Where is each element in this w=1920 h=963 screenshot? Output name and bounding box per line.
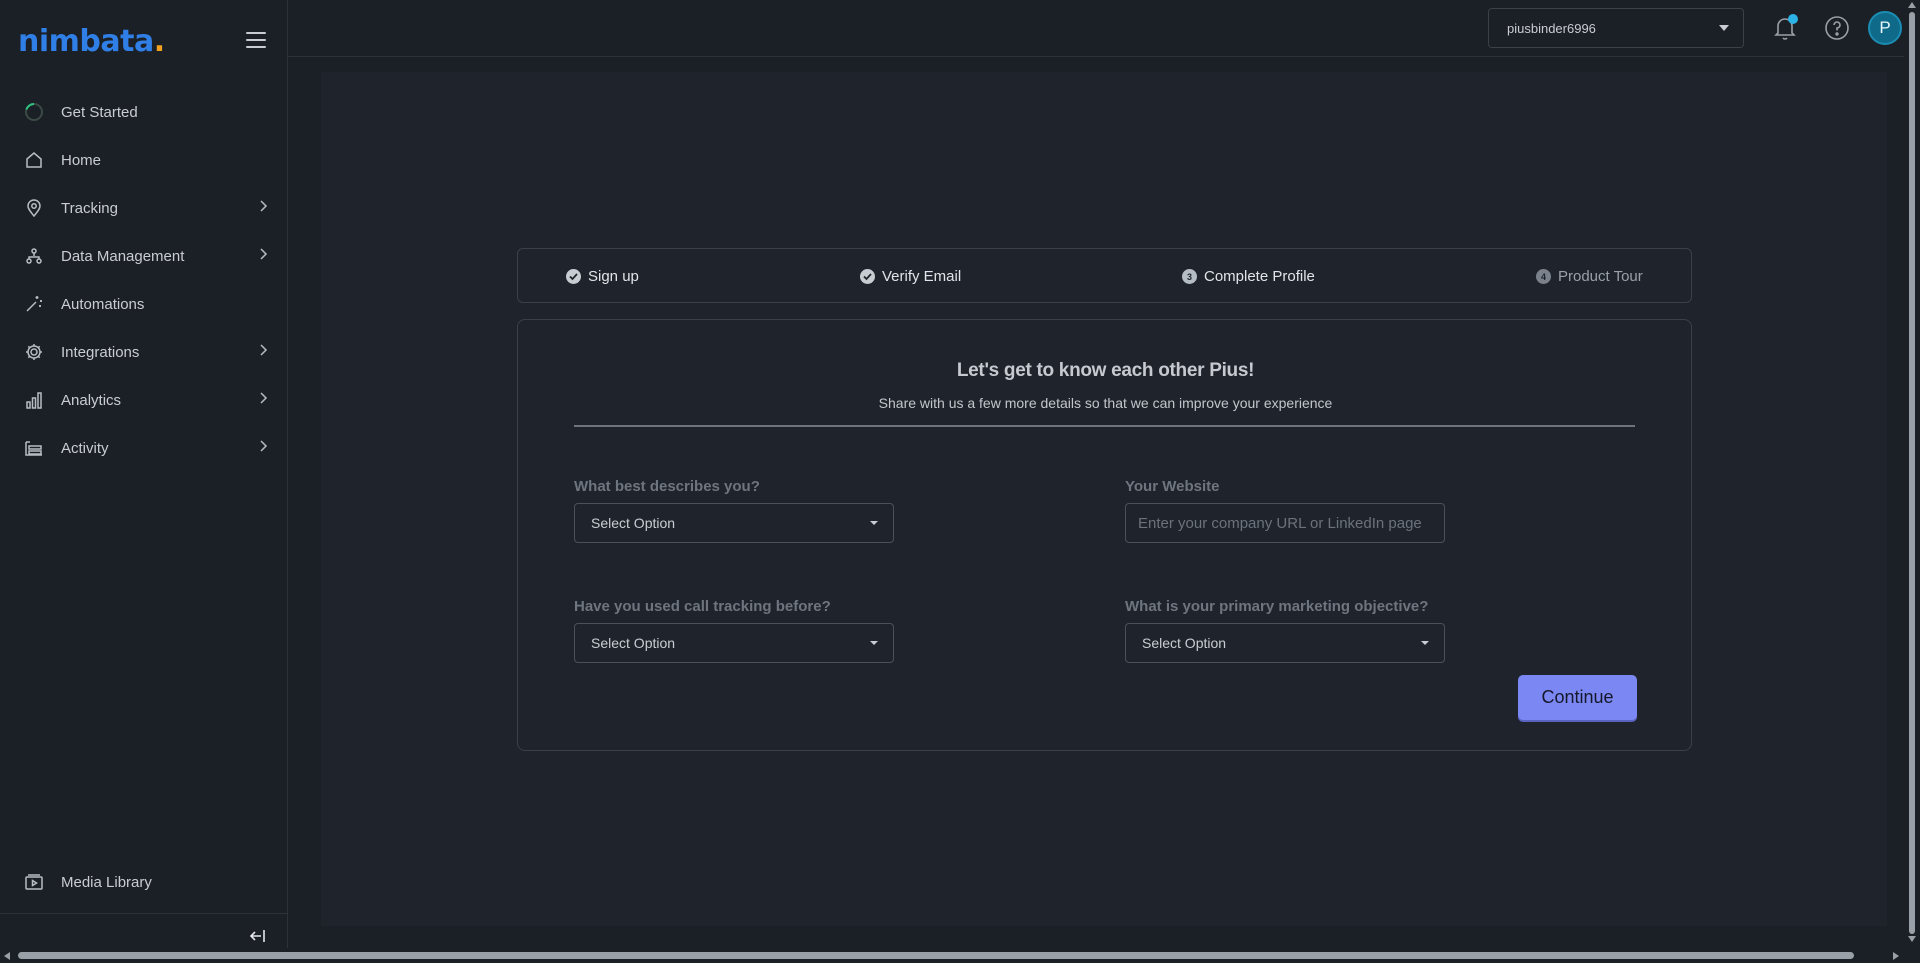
bar-chart-icon [22,388,46,412]
home-icon [22,148,46,172]
sidebar-item-label: Integrations [61,343,140,361]
collapse-sidebar-icon[interactable] [248,926,268,946]
continue-button[interactable]: Continue [1518,675,1637,720]
sidebar-item-media-library[interactable]: Media Library [0,858,288,906]
select-value: Select Option [591,635,676,651]
sidebar-item-analytics[interactable]: Analytics [0,376,288,424]
user-avatar[interactable]: P [1868,11,1902,45]
call-tracking-select[interactable]: Select Option [574,623,894,663]
caret-down-icon [870,641,878,645]
gear-icon [22,340,46,364]
account-select[interactable]: piusbinder6996 [1488,8,1744,48]
sidebar-item-data-management[interactable]: Data Management [0,232,288,280]
website-input[interactable] [1125,503,1445,543]
website-label: Your Website [1125,478,1220,495]
marketing-objective-select[interactable]: Select Option [1125,623,1445,663]
step-number-badge: 3 [1182,269,1197,284]
step-label: Verify Email [882,268,962,285]
profile-form-card: Let's get to know each other Pius! Share… [517,319,1692,751]
chevron-right-icon [256,343,270,361]
scroll-up-arrow-icon[interactable] [1908,2,1916,8]
sidebar-item-label: Tracking [61,199,118,217]
scrollbar-thumb[interactable] [18,952,1854,959]
vertical-scrollbar[interactable] [1904,0,1920,948]
chevron-right-icon [256,391,270,409]
check-circle-icon [566,269,581,284]
form-title: Let's get to know each other Pius! [956,360,1255,381]
check-circle-icon [860,269,875,284]
select-value: Select Option [1142,635,1227,651]
call-tracking-label: Have you used call tracking before? [574,598,831,615]
media-library-icon [22,870,46,894]
caret-down-icon [1719,25,1729,31]
horizontal-scrollbar[interactable] [0,948,1904,963]
scroll-down-arrow-icon[interactable] [1908,936,1916,942]
hamburger-menu-icon[interactable] [246,32,266,48]
notification-bell-icon[interactable] [1772,14,1798,42]
scrollbar-thumb[interactable] [1909,12,1915,934]
chevron-right-icon [256,439,270,457]
select-value: Select Option [591,515,676,531]
sidebar-item-integrations[interactable]: Integrations [0,328,288,376]
sidebar-nav: Get Started Home Tracking Data Managemen… [0,88,288,472]
step-label: Complete Profile [1204,268,1315,285]
step-sign-up: Sign up [566,249,639,304]
chevron-right-icon [256,199,270,217]
sidebar-item-label: Automations [61,295,145,313]
scroll-right-arrow-icon[interactable] [1893,952,1899,960]
sidebar-item-automations[interactable]: Automations [0,280,288,328]
sidebar-item-get-started[interactable]: Get Started [0,88,288,136]
describes-you-select[interactable]: Select Option [574,503,894,543]
activity-list-icon [22,436,46,460]
scroll-left-arrow-icon[interactable] [4,952,10,960]
hierarchy-icon [22,244,46,268]
describes-you-label: What best describes you? [574,478,760,495]
account-name: piusbinder6996 [1507,20,1596,36]
notification-badge [1788,14,1798,24]
sidebar-item-tracking[interactable]: Tracking [0,184,288,232]
header-divider [288,56,1904,57]
chevron-right-icon [256,247,270,265]
caret-down-icon [870,521,878,525]
form-divider [574,425,1635,427]
sidebar-item-activity[interactable]: Activity [0,424,288,472]
step-verify-email: Verify Email [860,249,961,304]
sidebar-item-label: Activity [61,439,109,457]
step-product-tour: 4 Product Tour [1536,249,1643,304]
step-complete-profile: 3 Complete Profile [1182,249,1315,304]
location-pin-icon [22,196,46,220]
sidebar-item-label: Get Started [61,103,138,121]
step-label: Sign up [588,268,639,285]
step-number-badge: 4 [1536,269,1551,284]
progress-ring-icon [22,100,46,124]
onboarding-stepper: Sign up Verify Email 3 Complete Profile … [517,248,1692,303]
help-icon[interactable] [1824,15,1850,41]
sidebar-item-label: Data Management [61,247,185,265]
magic-wand-icon [22,292,46,316]
sidebar-item-label: Home [61,151,102,169]
sidebar-item-home[interactable]: Home [0,136,288,184]
sidebar-item-label: Analytics [61,391,122,409]
sidebar-divider [0,913,288,914]
step-label: Product Tour [1558,268,1643,285]
marketing-objective-label: What is your primary marketing objective… [1125,598,1429,615]
sidebar-item-label: Media Library [61,873,152,891]
caret-down-icon [1421,641,1429,645]
sidebar: nimbata. Get Started Home Tracking Data … [0,0,288,948]
form-subtitle: Share with us a few more details so that… [878,395,1333,411]
nimbata-logo[interactable]: nimbata. [18,24,165,59]
